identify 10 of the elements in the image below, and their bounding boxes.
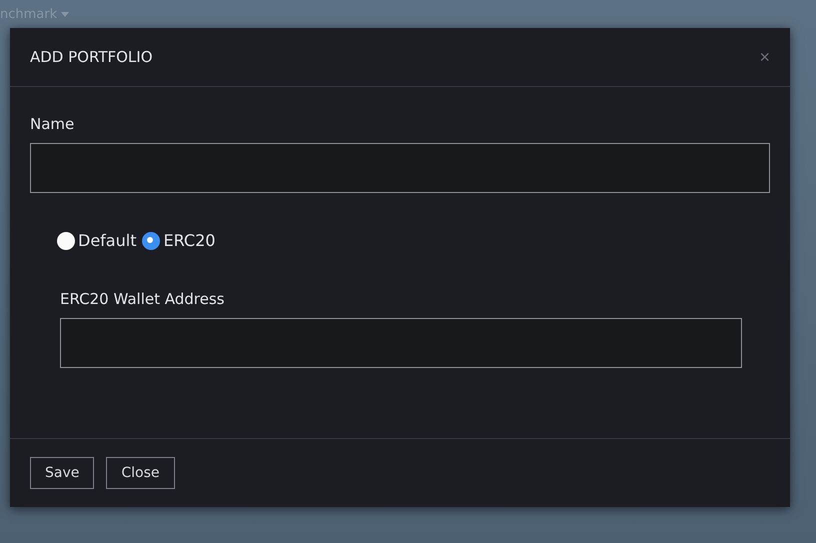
close-dialog-button[interactable]: Close	[106, 457, 175, 489]
radio-option[interactable]: Default	[57, 231, 136, 250]
field-label: Name	[30, 115, 76, 133]
name-field[interactable]	[30, 143, 770, 193]
dialog-title: ADD PORTFOLIO	[30, 48, 152, 66]
field-label: ERC20 Wallet Address	[60, 290, 226, 308]
save-button[interactable]: Save	[30, 457, 94, 489]
wallet-address-field[interactable]	[60, 318, 742, 368]
radio-option[interactable]: ERC20	[142, 231, 216, 250]
caret-icon	[61, 12, 70, 16]
